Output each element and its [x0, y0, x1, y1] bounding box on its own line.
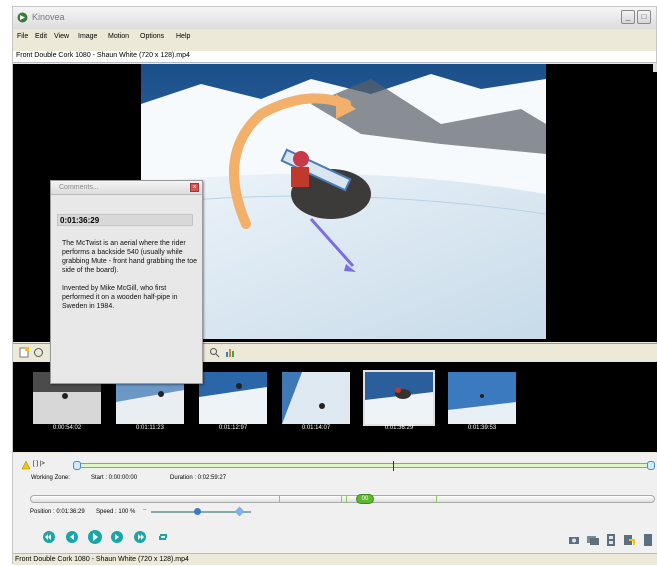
keyframe-time: 0:01:12:97	[218, 425, 248, 431]
keyframe-time: 0:01:11:23	[136, 425, 164, 431]
previous-frame-button[interactable]	[66, 531, 78, 543]
keyframe-marker	[279, 495, 280, 503]
keyframe-thumbnail[interactable]	[199, 372, 267, 424]
speed-slider-thumb[interactable]	[194, 508, 201, 515]
file-name: Front Double Cork 1080 - Shaun White (72…	[16, 52, 190, 59]
comment-timestamp: 0:01:36:29	[60, 216, 100, 225]
menu-file[interactable]: File	[17, 33, 28, 40]
keyframe-time: 0:01:14:07	[301, 425, 331, 431]
keyframe-time: 0:00:54:02	[52, 425, 82, 431]
working-zone-end-handle[interactable]	[647, 461, 655, 470]
next-frame-button[interactable]	[111, 531, 123, 543]
add-keyframe-icon[interactable]	[19, 347, 30, 358]
play-button[interactable]	[88, 530, 102, 544]
menu-edit[interactable]: Edit	[35, 33, 47, 40]
menu-view[interactable]: View	[54, 33, 69, 40]
export-icon[interactable]	[623, 534, 635, 546]
working-zone-duration: Duration : 0:02:59:27	[170, 475, 227, 481]
film-icon[interactable]	[606, 534, 616, 546]
kinovea-logo-icon	[17, 12, 28, 23]
first-frame-icon	[45, 534, 51, 540]
comment-body[interactable]: The McTwist is an aerial where the rider…	[62, 239, 198, 311]
working-zone-label: Working Zone:	[31, 475, 70, 481]
working-zone-cursor	[393, 461, 394, 471]
scroll-indicator	[653, 64, 657, 72]
menu-motion[interactable]: Motion	[108, 33, 129, 40]
working-zone-track[interactable]	[73, 463, 653, 468]
snapshot-icon[interactable]	[568, 535, 580, 545]
pointer-icon[interactable]	[33, 347, 44, 358]
title-bar: Kinovea _ □	[13, 7, 656, 29]
playback-controls: [ ] |> Working Zone: Start : 0:00:00:00 …	[13, 453, 657, 553]
loop-icon	[159, 534, 167, 540]
position-track[interactable]: 00	[30, 494, 655, 504]
chart-icon[interactable]	[225, 347, 236, 358]
speed-minus[interactable]: –	[143, 507, 146, 513]
working-zone-start-handle[interactable]	[73, 461, 81, 470]
comments-close-button[interactable]: ×	[190, 183, 199, 192]
comments-title-bar[interactable]: Comments... ×	[51, 181, 202, 195]
warning-icon	[21, 460, 31, 470]
first-frame-button[interactable]	[43, 531, 55, 543]
speed-slider-max	[234, 506, 245, 517]
app-title: Kinovea	[32, 12, 65, 22]
play-icon	[93, 533, 98, 541]
minimize-button[interactable]: _	[621, 10, 635, 24]
previous-frame-icon	[70, 534, 74, 540]
maximize-button[interactable]: □	[637, 10, 651, 24]
menu-image[interactable]: Image	[78, 33, 97, 40]
magnifier-icon[interactable]	[209, 347, 220, 358]
working-zone-start: Start : 0:00:00:00	[91, 475, 138, 481]
position-readout: Position : 0:01:36:29	[30, 509, 85, 515]
comment-paragraph: The McTwist is an aerial where the rider…	[62, 240, 198, 274]
menu-help[interactable]: Help	[176, 33, 190, 40]
keyframe-thumbnail[interactable]	[282, 372, 350, 424]
working-zone-buttons[interactable]: [ ] |>	[33, 461, 45, 467]
keyframe-thumbnail-selected[interactable]	[363, 370, 435, 426]
comment-paragraph: Invented by Mike McGill, who first perfo…	[62, 285, 178, 310]
keyframe-time: 0:01:36:29	[384, 425, 414, 431]
next-frame-icon	[115, 534, 119, 540]
position-thumb[interactable]: 00	[356, 494, 374, 504]
multi-snapshot-icon[interactable]	[587, 535, 599, 545]
keyframe-marker-group	[341, 495, 347, 503]
keyframe-marker	[436, 495, 437, 503]
save-video-icon[interactable]	[643, 534, 653, 546]
menu-bar: File Edit View Image Motion Options Help	[13, 31, 656, 45]
last-frame-icon	[138, 534, 144, 540]
last-frame-button[interactable]	[134, 531, 146, 543]
status-text: Front Double Cork 1080 - Shaun White (72…	[15, 556, 189, 563]
file-name-bar: Front Double Cork 1080 - Shaun White (72…	[13, 51, 656, 63]
comments-dialog[interactable]: Comments... × 0:01:36:29 The McTwist is …	[50, 180, 203, 384]
comment-timestamp-box: 0:01:36:29	[57, 214, 193, 226]
speed-readout: Speed : 100 %	[96, 509, 136, 515]
menu-options[interactable]: Options	[140, 33, 164, 40]
comments-title: Comments...	[59, 184, 99, 191]
keyframe-time: 0:01:39:53	[467, 425, 497, 431]
keyframe-thumbnail[interactable]	[448, 372, 516, 424]
loop-button[interactable]	[157, 531, 169, 543]
status-bar: Front Double Cork 1080 - Shaun White (72…	[13, 553, 657, 565]
